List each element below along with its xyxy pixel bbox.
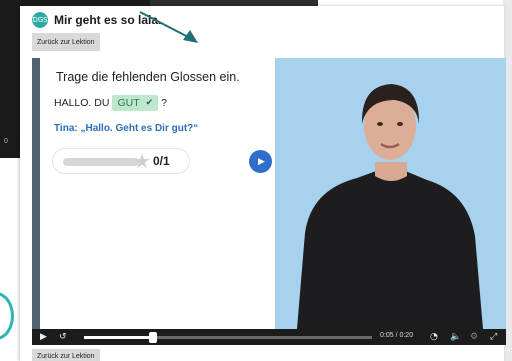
speed-icon[interactable]: ◔	[430, 331, 438, 343]
background-time: 0	[4, 138, 8, 145]
signer-figure	[297, 84, 483, 329]
replay-icon[interactable]: ↺	[59, 331, 67, 343]
gloss-answer-text: GUT	[117, 97, 140, 109]
volume-icon[interactable]: 🔈	[450, 331, 461, 343]
seek-bar-handle[interactable]	[149, 332, 158, 343]
lesson-card: DGS Mir geht es so lala. Zurück zur Lekt…	[20, 6, 506, 361]
seek-bar-progress	[84, 336, 154, 339]
score-progress-bar	[63, 158, 139, 166]
current-time: 0:05	[380, 332, 394, 339]
lesson-header: DGS Mir geht es so lala.	[32, 12, 161, 28]
gloss-sentence: HALLO. DU GUT ✔ ?	[54, 95, 167, 111]
gloss-answer-field[interactable]: GUT ✔	[112, 95, 159, 111]
back-to-lesson-button[interactable]: Zurück zur Lektion	[32, 33, 100, 51]
exercise-instruction: Trage die fehlenden Glossen ein.	[56, 70, 240, 84]
star-icon: ★	[133, 149, 151, 173]
gloss-prefix: HALLO. DU	[54, 97, 110, 109]
time-display: 0:05 / 0:20	[380, 332, 413, 339]
duration: 0:20	[399, 332, 414, 339]
fullscreen-icon[interactable]: ⤢	[490, 331, 497, 343]
settings-icon[interactable]: ⚙	[470, 331, 478, 343]
background-ring-decoration	[0, 292, 14, 340]
score-text: 0/1	[153, 154, 170, 168]
lesson-title: Mir geht es so lala.	[54, 13, 162, 27]
video-player-controls: ▶ ↺ 0:05 / 0:20 ◔ 🔈 ⚙ ⤢	[32, 329, 506, 345]
dialogue-quote: Tina: „Hallo. Geht es Dir gut?“	[54, 123, 199, 134]
play-icon: ▶	[258, 156, 265, 167]
back-to-lesson-button-bottom[interactable]: Zurück zur Lektion	[32, 349, 100, 361]
sign-language-video[interactable]	[275, 58, 506, 329]
play-exercise-button[interactable]: ▶	[249, 150, 272, 173]
checkmark-icon: ✔	[145, 98, 154, 108]
play-icon[interactable]: ▶	[40, 331, 47, 343]
seek-bar[interactable]	[84, 332, 372, 343]
exercise-panel: Trage die fehlenden Glossen ein. HALLO. …	[32, 58, 275, 329]
logo-icon: DGS	[32, 12, 48, 28]
gloss-suffix: ?	[161, 97, 167, 109]
score-indicator: ★ 0/1	[52, 148, 190, 174]
